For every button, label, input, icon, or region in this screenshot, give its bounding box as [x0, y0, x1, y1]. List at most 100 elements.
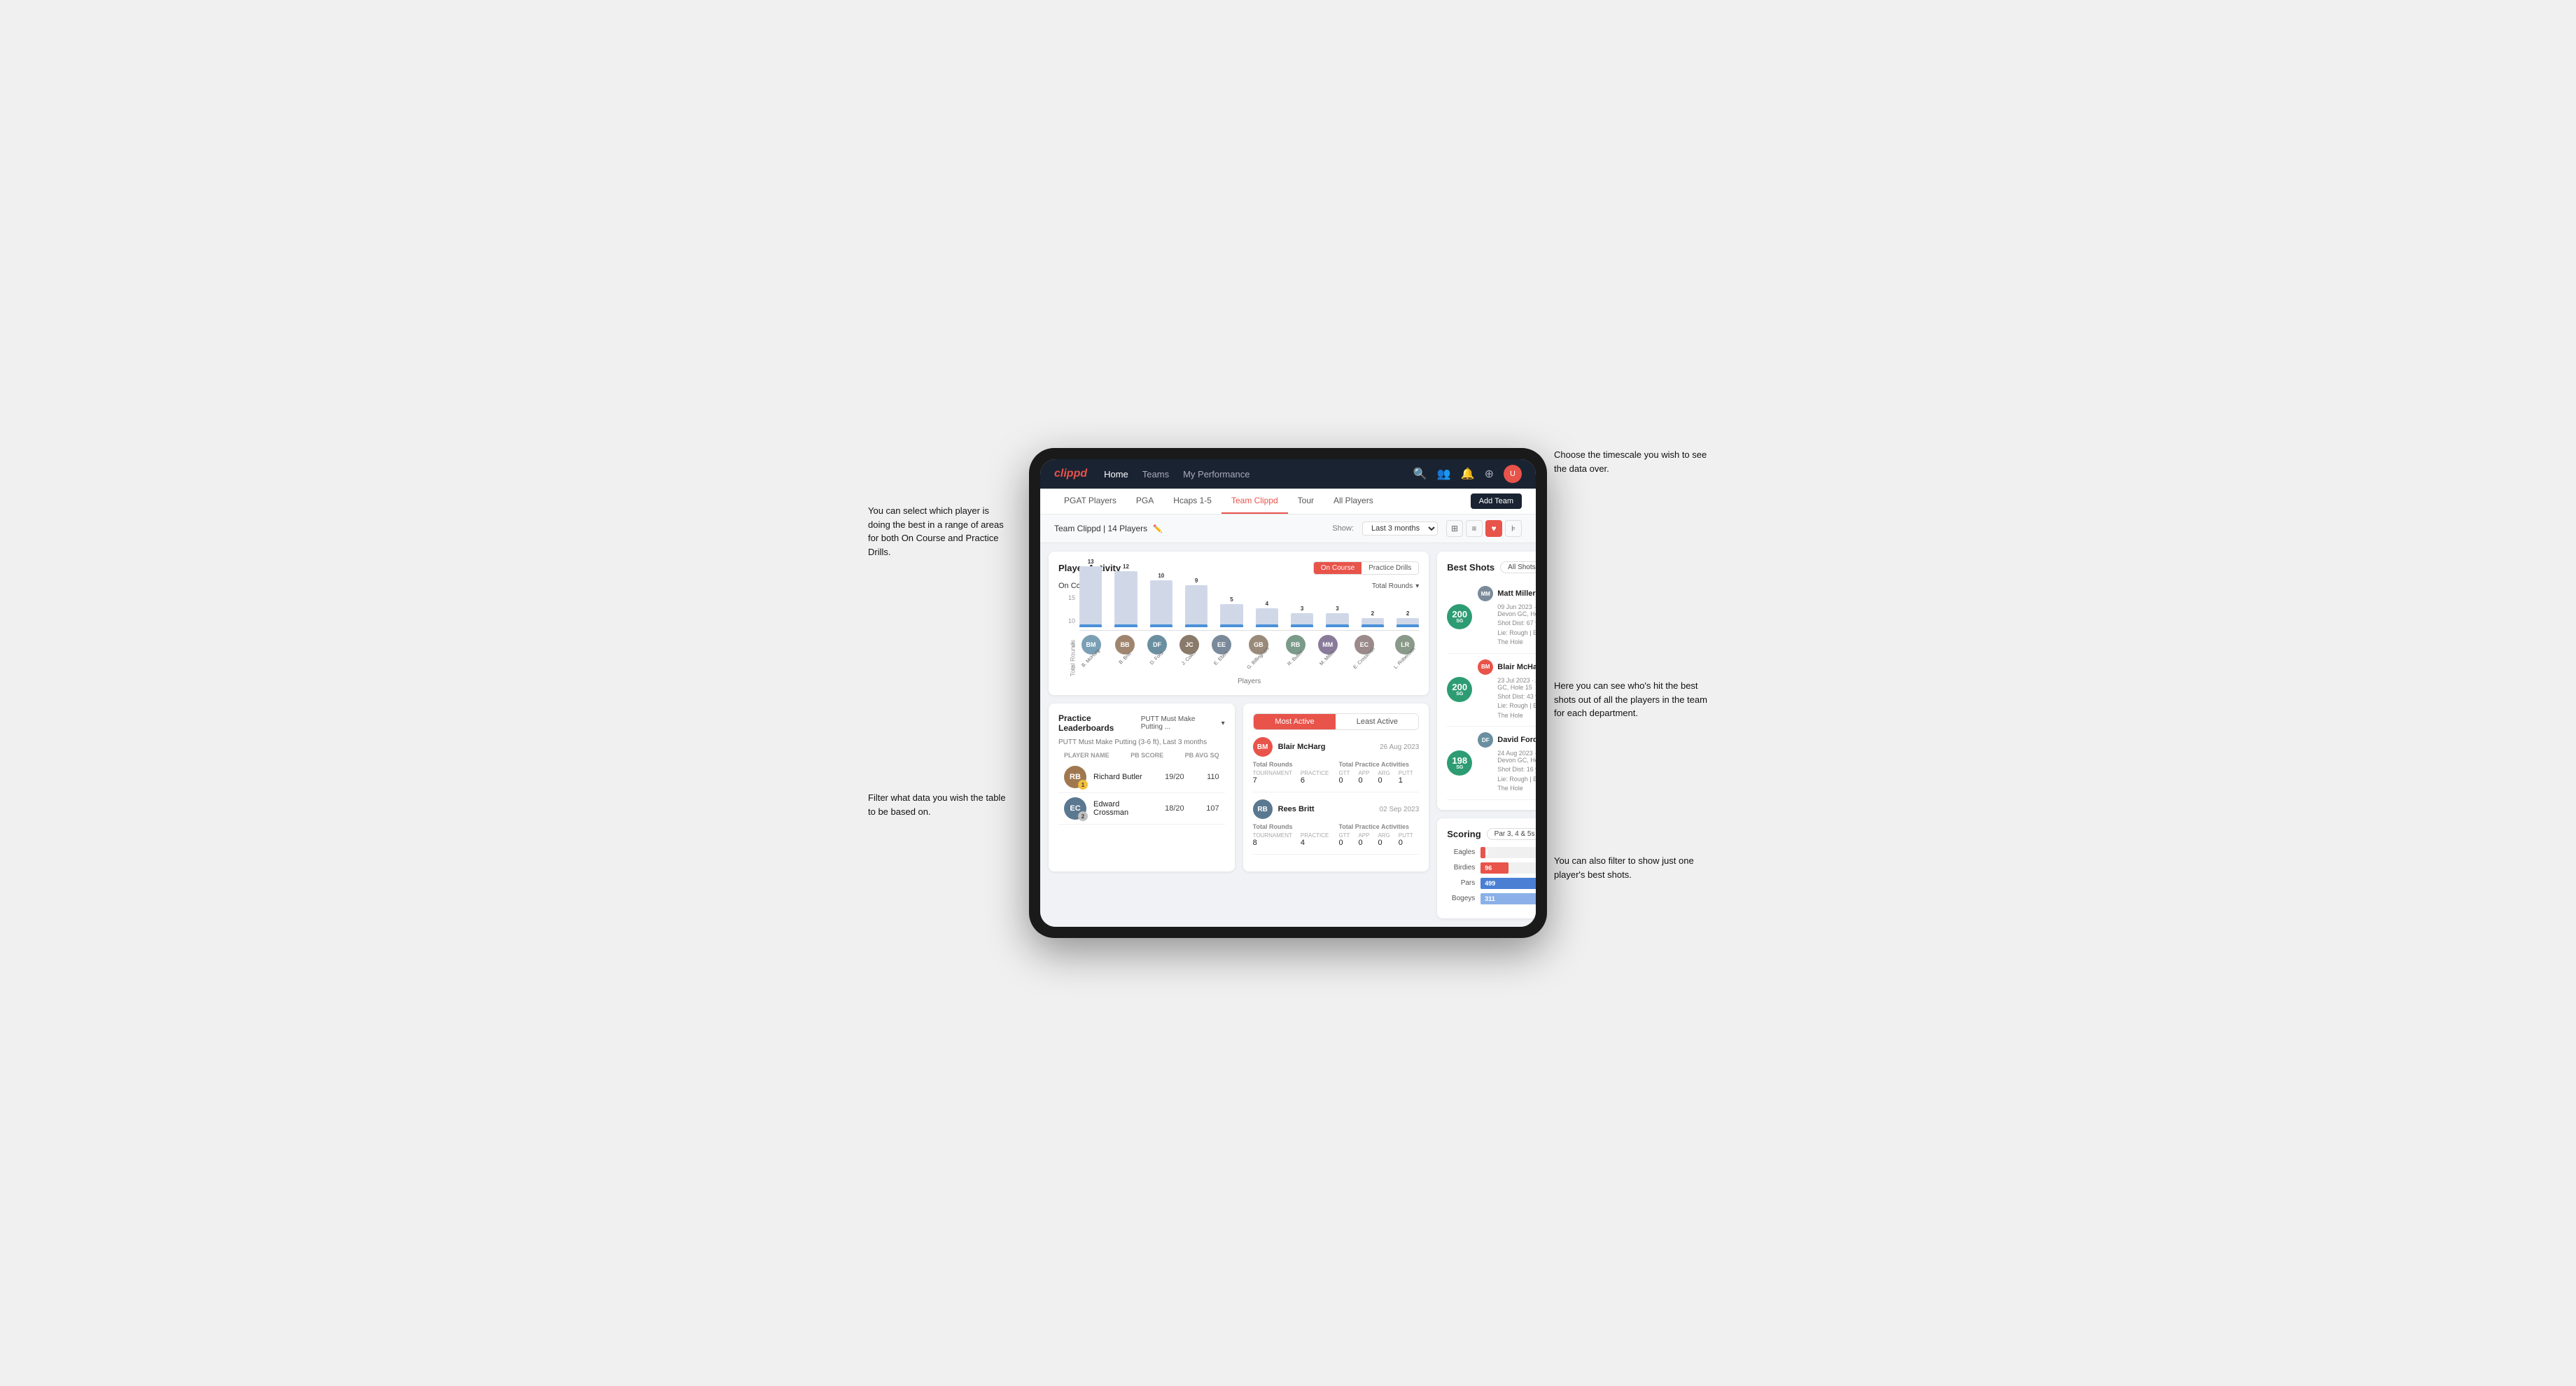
player-avatar-item: DF D. Ford: [1147, 635, 1167, 661]
pb-avg: 107: [1191, 804, 1219, 813]
x-axis-label: Players: [1079, 678, 1419, 685]
tab-hcaps[interactable]: Hcaps 1-5: [1163, 489, 1222, 514]
y-axis-title: Total Rounds: [1069, 640, 1076, 677]
tab-team-clippd[interactable]: Team Clippd: [1222, 489, 1288, 514]
shot-badge-number: 200: [1452, 610, 1467, 619]
bar[interactable]: [1362, 618, 1384, 627]
player-name: Edward Crossman: [1093, 800, 1149, 817]
left-column: Player Activity On Course Practice Drill…: [1049, 552, 1429, 918]
shot-detail-dist: Shot Dist: 67 yds | Start Lie: Rough | E…: [1497, 619, 1536, 648]
scoring-category-label: Birdies: [1447, 864, 1475, 872]
shot-entries: 200 SG MM Matt Miller 09 Jun 2023 · Roya…: [1447, 580, 1536, 800]
shot-avatar: DF: [1478, 732, 1493, 748]
least-active-tab[interactable]: Least Active: [1336, 714, 1418, 729]
bar[interactable]: [1220, 604, 1242, 627]
bell-icon[interactable]: 🔔: [1461, 467, 1475, 481]
shot-avatar: MM: [1478, 586, 1493, 601]
shot-entry[interactable]: 198 SG DF David Ford 24 Aug 2023 · Royal…: [1447, 727, 1536, 800]
tab-all-players[interactable]: All Players: [1324, 489, 1383, 514]
plus-circle-icon[interactable]: ⊕: [1485, 467, 1494, 481]
player-avatar[interactable]: DF: [1147, 635, 1167, 654]
total-rounds-group: Total Rounds Tournament 8 Practice 4: [1253, 823, 1334, 847]
shot-badge: 200 SG: [1447, 604, 1472, 629]
nav-link-teams[interactable]: Teams: [1142, 468, 1169, 481]
player-avatar-item: LR L. Robertson: [1391, 635, 1419, 661]
nav-link-performance[interactable]: My Performance: [1183, 468, 1250, 481]
arg-stat: ARG 0: [1378, 832, 1390, 847]
pb-score: 19/20: [1156, 773, 1184, 781]
most-active-tab[interactable]: Most Active: [1254, 714, 1336, 729]
nav-link-home[interactable]: Home: [1104, 468, 1128, 481]
leaderboard-row[interactable]: EC 2 Edward Crossman 18/20 107: [1058, 793, 1225, 825]
active-player-avatar: RB: [1253, 799, 1273, 819]
bar[interactable]: [1256, 608, 1278, 627]
player-avatar[interactable]: MM: [1318, 635, 1338, 654]
bar-value: 3: [1336, 606, 1338, 612]
tab-pga[interactable]: PGA: [1126, 489, 1163, 514]
total-rounds-group: Total Rounds Tournament 7 Practice 6: [1253, 761, 1334, 785]
best-shots-header: Best Shots All Shots ▾ All Players ▾: [1447, 561, 1536, 573]
bar-value: 10: [1158, 573, 1164, 579]
leaderboard-title: Practice Leaderboards: [1058, 713, 1141, 733]
grid-view-icon[interactable]: ⊞: [1446, 520, 1463, 537]
bar[interactable]: [1396, 618, 1419, 627]
bar-value: 12: [1123, 564, 1129, 570]
view-icons: ⊞ ≡ ♥ ⊧: [1446, 520, 1522, 537]
active-player-name: Blair McHarg: [1278, 743, 1374, 751]
edit-icon[interactable]: ✏️: [1153, 524, 1163, 533]
scoring-chart: Eagles 3 Birdies 96 Pars 499 Bogeys: [1447, 847, 1536, 904]
shot-player-detail: 24 Aug 2023 · Royal North Devon GC, Hole…: [1497, 750, 1536, 764]
scoring-bar-wrap: 3: [1480, 847, 1536, 858]
scoring-row: Pars 499: [1447, 878, 1536, 889]
shot-entry[interactable]: 200 SG MM Matt Miller 09 Jun 2023 · Roya…: [1447, 580, 1536, 654]
filter-view-icon[interactable]: ⊧: [1505, 520, 1522, 537]
player-avatar-item: BM B. McHarg: [1079, 635, 1102, 661]
shot-entry[interactable]: 200 SG BM Blair McHarg 23 Jul 2023 · Ash…: [1447, 654, 1536, 727]
bar[interactable]: [1185, 585, 1208, 627]
scoring-bar-value: 311: [1485, 895, 1495, 902]
shots-filter-pill[interactable]: All Shots ▾: [1500, 561, 1536, 573]
putt-stat: PUTT 0: [1399, 832, 1413, 847]
active-stats-row: Total Rounds Tournament 8 Practice 4 Tot…: [1253, 823, 1420, 847]
bar[interactable]: [1150, 580, 1172, 627]
shot-player-name: Blair McHarg: [1497, 663, 1536, 671]
leaderboard-filter-dropdown[interactable]: PUTT Must Make Putting ... ▾: [1141, 715, 1225, 731]
shot-badge: 200 SG: [1447, 677, 1472, 702]
scoring-bar-wrap: 96: [1480, 862, 1536, 874]
shot-badge-label: SG: [1456, 619, 1463, 624]
tab-pgat-players[interactable]: PGAT Players: [1054, 489, 1126, 514]
scoring-bar-value: 96: [1485, 864, 1492, 872]
shot-badge: 198 SG: [1447, 750, 1472, 776]
leaderboard-rows: RB 1 Richard Butler 19/20 110 EC 2 Edwar…: [1058, 762, 1225, 825]
player-avatar[interactable]: EE: [1212, 635, 1231, 654]
bar[interactable]: [1291, 613, 1313, 627]
rounds-stats: Tournament 7 Practice 6: [1253, 770, 1334, 785]
avatar[interactable]: U: [1504, 465, 1522, 483]
bar[interactable]: [1114, 571, 1137, 627]
practice-leaderboards-card: Practice Leaderboards PUTT Must Make Put…: [1049, 704, 1235, 872]
scoring-category-label: Bogeys: [1447, 895, 1475, 902]
player-avatar[interactable]: JC: [1180, 635, 1199, 654]
bar-value: 9: [1195, 578, 1198, 584]
search-icon[interactable]: 🔍: [1413, 467, 1427, 481]
pb-avg: 110: [1191, 773, 1219, 781]
heart-view-icon[interactable]: ♥: [1485, 520, 1502, 537]
bar-group: 3: [1291, 606, 1313, 627]
shot-player-detail: 09 Jun 2023 · Royal North Devon GC, Hole…: [1497, 603, 1536, 617]
scoring-row: Eagles 3: [1447, 847, 1536, 858]
bar[interactable]: [1326, 613, 1348, 627]
scoring-filter-pill-1[interactable]: Par 3, 4 & 5s ▾: [1487, 828, 1536, 840]
scoring-bar-wrap: 499: [1480, 878, 1536, 889]
list-view-icon[interactable]: ≡: [1466, 520, 1483, 537]
bar-group: 13: [1079, 559, 1102, 627]
player-avatar[interactable]: BB: [1115, 635, 1135, 654]
people-icon[interactable]: 👥: [1437, 467, 1451, 481]
leaderboard-row[interactable]: RB 1 Richard Butler 19/20 110: [1058, 762, 1225, 793]
add-team-button[interactable]: Add Team: [1471, 493, 1522, 509]
rank-badge: 2: [1078, 811, 1088, 821]
tab-tour[interactable]: Tour: [1288, 489, 1324, 514]
nav-links: Home Teams My Performance: [1104, 468, 1396, 481]
shot-player-info: BM Blair McHarg 23 Jul 2023 · Ashridge G…: [1478, 659, 1536, 721]
bar[interactable]: [1079, 566, 1102, 627]
show-select[interactable]: Last 3 months Last 6 months Last year: [1362, 522, 1438, 536]
